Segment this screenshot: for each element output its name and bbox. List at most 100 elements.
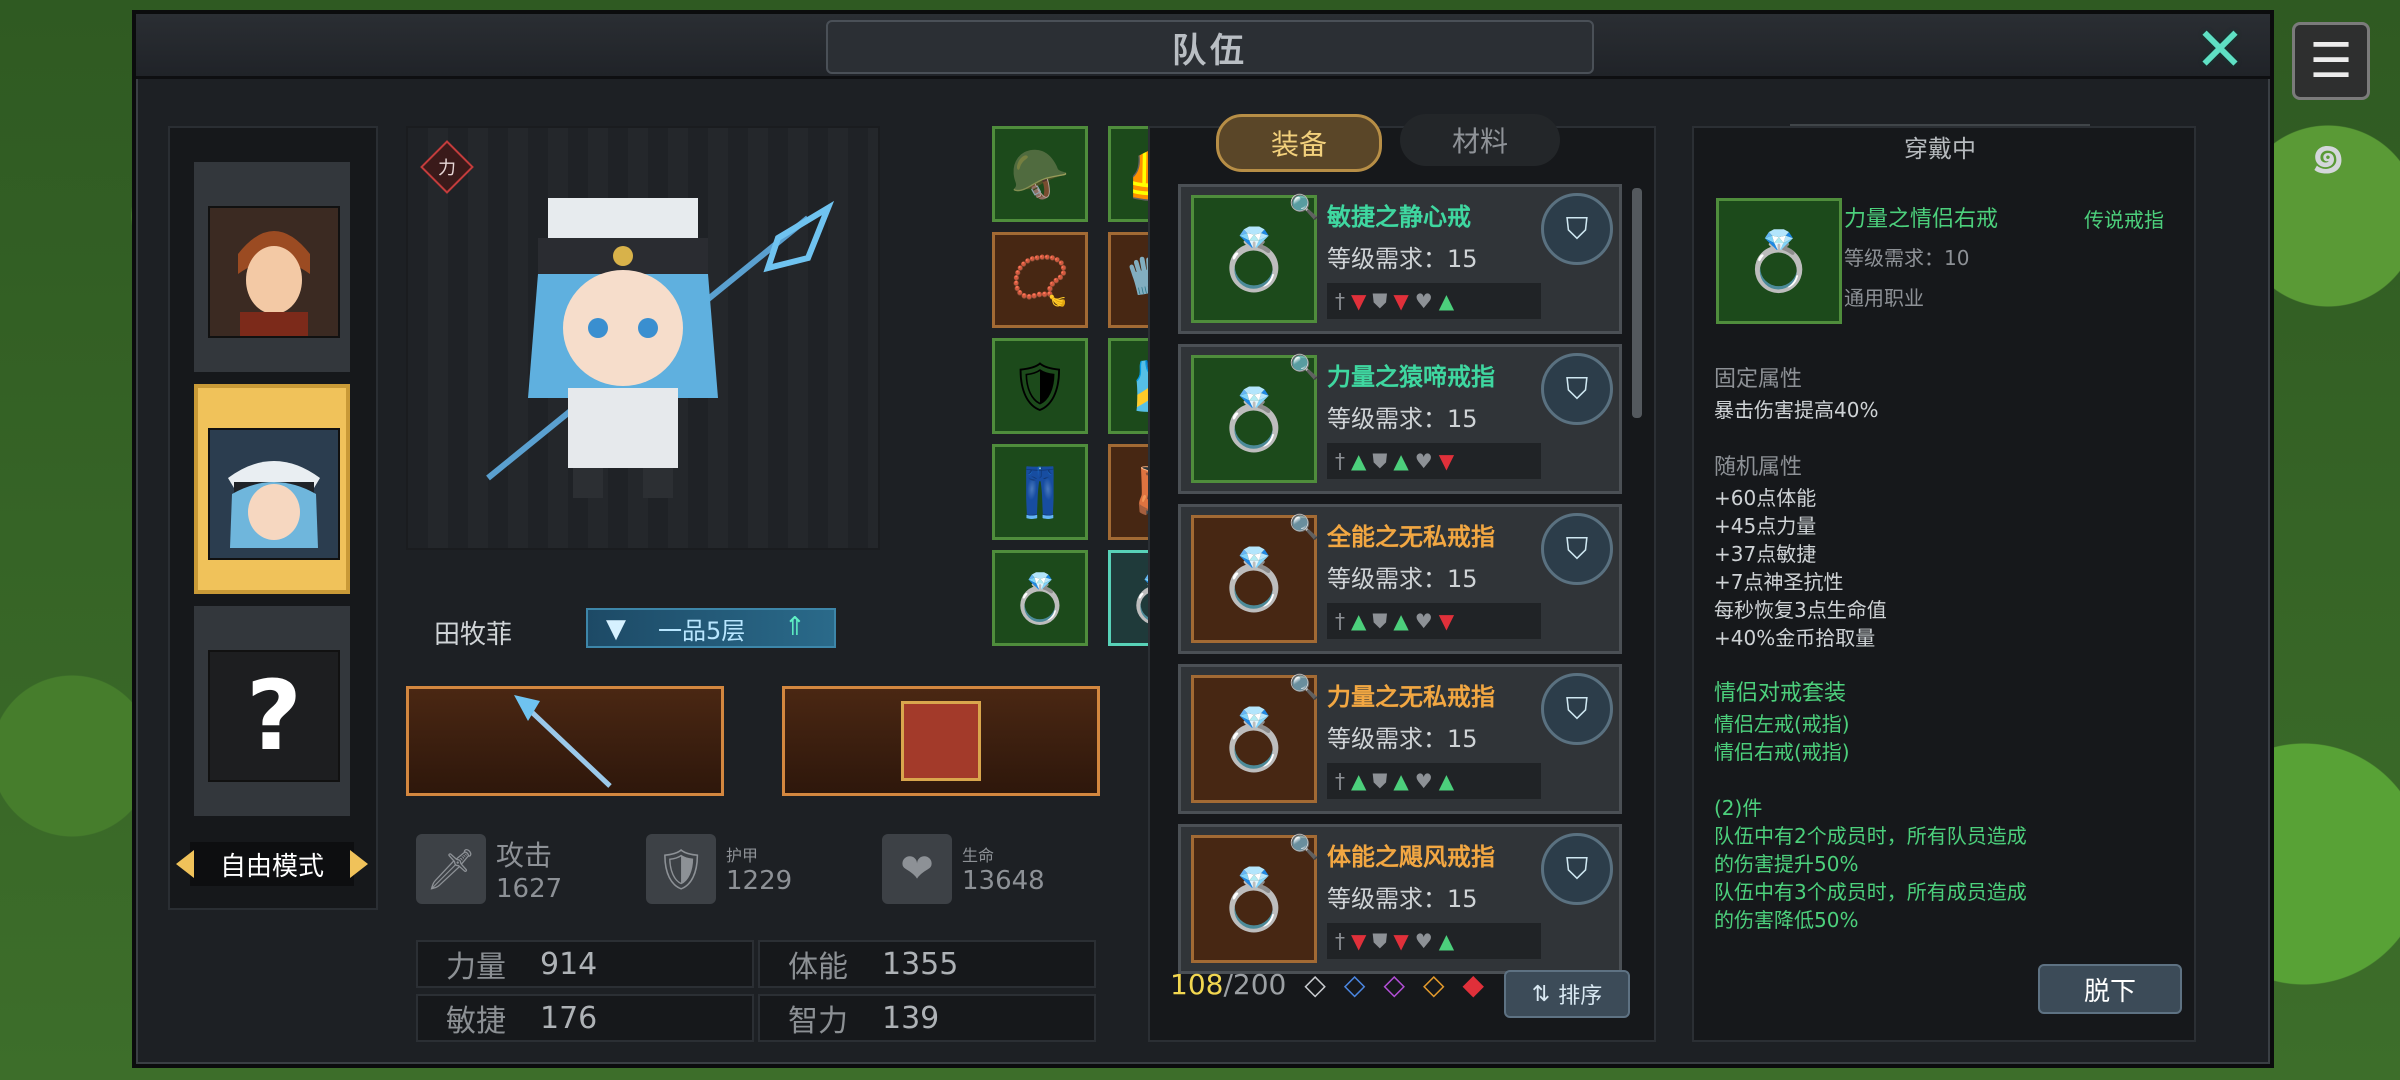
- rank-up-icon: ⇑: [784, 612, 806, 642]
- equip-armor-icon[interactable]: ⛉: [1541, 513, 1613, 585]
- item-detail-panel: 穿戴中 💍 力量之情侣右戒 传说戒指 等级需求：10 通用职业 固定属性 暴击伤…: [1692, 124, 2196, 1042]
- necklace-slot[interactable]: 📿: [992, 232, 1088, 328]
- character-slot-2[interactable]: [194, 384, 350, 594]
- detail-item-name: 力量之情侣右戒: [1844, 207, 1999, 232]
- filter-orange-icon[interactable]: ◇: [1423, 968, 1445, 1001]
- heart-icon: ❤: [882, 834, 952, 904]
- avatar: [208, 428, 340, 560]
- set-title: 情侣对戒套装: [1714, 681, 1847, 706]
- magnifier-icon[interactable]: 🔍: [1289, 353, 1319, 381]
- menu-icon[interactable]: ☰: [2292, 22, 2370, 100]
- swirl-icon[interactable]: ๑: [2292, 116, 2364, 188]
- item-compare: † ▲ ⛊ ▲ ♥ ▼: [1327, 443, 1541, 479]
- attribute-badge-label: 力: [438, 158, 456, 179]
- shield-icon: ⛊: [1372, 289, 1388, 313]
- hero-name: 田牧菲: [434, 620, 513, 650]
- tab-equipment[interactable]: 装备: [1216, 114, 1382, 172]
- filter-purple-icon[interactable]: ◇: [1383, 968, 1405, 1001]
- heart-icon: ♥: [1414, 289, 1433, 313]
- item-name: 敏捷之静心戒: [1327, 203, 1471, 231]
- magnifier-icon[interactable]: 🔍: [1289, 673, 1319, 701]
- item-compare: † ▼ ⛊ ▼ ♥ ▲: [1327, 283, 1541, 319]
- rank-label: 一品5层: [658, 616, 746, 645]
- equip-armor-icon[interactable]: ⛉: [1541, 193, 1613, 265]
- hero-portrait-icon: [210, 430, 338, 558]
- pants-icon: 👖: [1010, 464, 1070, 521]
- set-items: 情侣左戒(戒指) 情侣右戒(戒指): [1714, 712, 1850, 764]
- weapon-slot[interactable]: [406, 686, 724, 796]
- character-slot-3[interactable]: ?: [194, 606, 350, 816]
- ring-blue-icon: 💍: [1010, 570, 1070, 627]
- helmet-slot[interactable]: 🪖: [992, 126, 1088, 222]
- pants-slot[interactable]: 👖: [992, 444, 1088, 540]
- agility-value: 176: [540, 1000, 598, 1036]
- item-compare: † ▼ ⛊ ▼ ♥ ▲: [1327, 923, 1541, 959]
- hero-stage: 力: [406, 126, 880, 550]
- filter-white-icon[interactable]: ◇: [1304, 968, 1326, 1001]
- skill-book-slot[interactable]: [782, 686, 1100, 796]
- character-slot-1[interactable]: [194, 162, 350, 372]
- unequip-button[interactable]: 脱下: [2038, 964, 2182, 1014]
- armor-stat: 🛡 护甲 1229: [646, 834, 792, 904]
- magnifier-icon[interactable]: 🔍: [1289, 193, 1319, 221]
- vitality-attr: 体能 1355: [758, 940, 1096, 988]
- shield-icon: 🛡: [646, 834, 716, 904]
- helmet-icon: 🪖: [1010, 146, 1070, 203]
- rank-emblem-icon: ▼: [606, 614, 626, 644]
- tab-materials[interactable]: 材料: [1400, 114, 1560, 166]
- avatar: [208, 206, 340, 338]
- scrollbar[interactable]: [1632, 188, 1642, 418]
- equip-armor-icon[interactable]: ⛉: [1541, 833, 1613, 905]
- fixed-attr-title: 固定属性: [1714, 367, 1803, 392]
- sort-label: 排序: [1558, 984, 1603, 1009]
- armor-label: 护甲: [726, 846, 759, 865]
- filter-red-icon[interactable]: ◆: [1463, 968, 1485, 1001]
- mode-prev-icon[interactable]: [176, 850, 194, 878]
- shield-icon: ⛊: [1372, 609, 1388, 633]
- sort-button[interactable]: ⇅ 排序: [1504, 970, 1630, 1018]
- mode-next-icon[interactable]: [350, 850, 368, 878]
- shield-icon: ⛊: [1372, 449, 1388, 473]
- inventory-item[interactable]: 💍 🔍 力量之猿啼戒指 等级需求：15 † ▲ ⛊ ▲ ♥ ▼ ⛉: [1178, 344, 1622, 494]
- vitality-value: 1355: [882, 946, 959, 982]
- inventory-footer: 108/200 ◇ ◇ ◇ ◇ ◆: [1170, 968, 1484, 1001]
- equip-armor-icon[interactable]: ⛉: [1541, 353, 1613, 425]
- magnifier-icon[interactable]: 🔍: [1289, 833, 1319, 861]
- inventory-count: 108: [1170, 968, 1224, 1001]
- detail-class: 通用职业: [1844, 286, 1924, 310]
- inventory-item[interactable]: 💍 🔍 敏捷之静心戒 等级需求：15 † ▼ ⛊ ▼ ♥ ▲ ⛉: [1178, 184, 1622, 334]
- attack-label: 攻击: [496, 839, 553, 872]
- hp-stat: ❤ 生命 13648: [882, 834, 1045, 904]
- unknown-character-icon: ?: [208, 650, 340, 782]
- fixed-attr: 暴击伤害提高40%: [1714, 398, 1879, 422]
- armor-value: 1229: [726, 866, 793, 896]
- close-button[interactable]: ✕: [2190, 20, 2250, 82]
- heart-icon: ♥: [1414, 929, 1433, 953]
- necklace-icon: 📿: [1010, 252, 1070, 309]
- intelligence-attr: 智力 139: [758, 994, 1096, 1042]
- attack-value: 1627: [496, 874, 563, 904]
- mode-selector[interactable]: 自由模式: [176, 842, 368, 886]
- sword-icon: †: [1335, 929, 1345, 953]
- vitality-label: 体能: [788, 950, 848, 985]
- item-req: 等级需求：15: [1327, 565, 1478, 593]
- sword-icon: †: [1335, 289, 1345, 313]
- equip-armor-icon[interactable]: ⛉: [1541, 673, 1613, 745]
- item-name: 力量之无私戒指: [1327, 683, 1495, 711]
- ring-left-slot[interactable]: 💍: [992, 550, 1088, 646]
- inventory-panel: 装备 材料 💍 🔍 敏捷之静心戒 等级需求：15 † ▼ ⛊ ▼ ♥ ▲ ⛉ 💍 🔍 力量之猿啼戒指 等级需…: [1148, 114, 1656, 1042]
- hp-label: 生命: [962, 846, 995, 865]
- item-name: 体能之飓风戒指: [1327, 843, 1495, 871]
- sword-icon: 🗡: [416, 834, 486, 904]
- attack-stat: 🗡 攻击 1627: [416, 834, 562, 904]
- inventory-item[interactable]: 💍 🔍 全能之无私戒指 等级需求：15 † ▲ ⛊ ▲ ♥ ▼ ⛉: [1178, 504, 1622, 654]
- inventory-item[interactable]: 💍 🔍 体能之飓风戒指 等级需求：15 † ▼ ⛊ ▼ ♥ ▲ ⛉: [1178, 824, 1622, 974]
- rank-bar[interactable]: ▼ 一品5层 ⇑: [586, 608, 836, 648]
- shield-icon: ⛊: [1372, 929, 1388, 953]
- inventory-item[interactable]: 💍 🔍 力量之无私戒指 等级需求：15 † ▲ ⛊ ▲ ♥ ▲ ⛉: [1178, 664, 1622, 814]
- magnifier-icon[interactable]: 🔍: [1289, 513, 1319, 541]
- hero-portrait-icon: [210, 208, 338, 336]
- filter-blue-icon[interactable]: ◇: [1344, 968, 1366, 1001]
- shoulder-slot[interactable]: 🛡: [992, 338, 1088, 434]
- strength-attr: 力量 914: [416, 940, 754, 988]
